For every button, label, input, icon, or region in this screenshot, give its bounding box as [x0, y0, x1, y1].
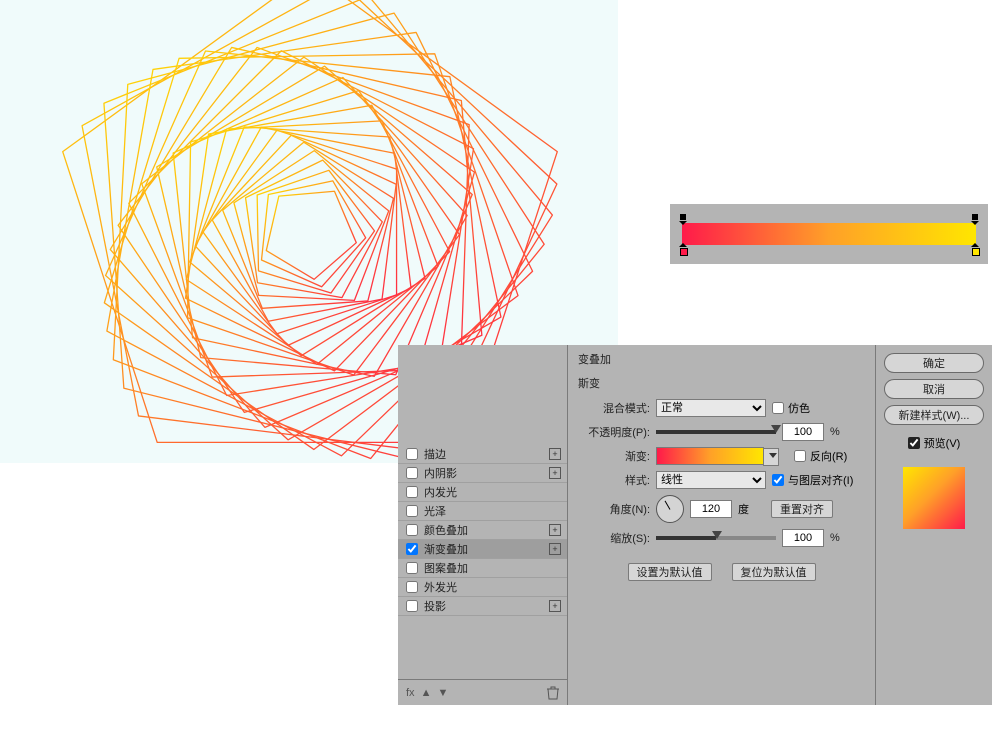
set-default-button[interactable]: 设置为默认值: [628, 563, 712, 581]
style-row: 样式: 线性 与图层对齐(I): [578, 471, 865, 489]
degree-label: 度: [738, 501, 749, 517]
style-label: 样式:: [578, 472, 650, 488]
fx-row-checkbox[interactable]: [406, 524, 418, 536]
color-stop-right[interactable]: [971, 246, 979, 254]
angle-label: 角度(N):: [578, 501, 650, 517]
fx-row-checkbox[interactable]: [406, 486, 418, 498]
fx-list-footer: fx ▲ ▼: [398, 679, 567, 705]
gradient-swatch[interactable]: [656, 447, 764, 465]
fx-row-label: 内阴影: [424, 465, 549, 481]
trash-icon[interactable]: [547, 686, 559, 700]
opacity-label: 不透明度(P):: [578, 424, 650, 440]
arrow-up-icon[interactable]: ▲: [421, 687, 432, 699]
scale-row: 缩放(S): 100 %: [578, 529, 865, 547]
scale-value[interactable]: 100: [782, 529, 824, 547]
fx-row-label: 描边: [424, 446, 549, 462]
dialog-right-column: 确定 取消 新建样式(W)... 预览(V): [876, 345, 992, 705]
opacity-stop-left[interactable]: [679, 214, 687, 222]
arrow-down-icon[interactable]: ▼: [437, 687, 448, 699]
fx-row[interactable]: 渐变叠加+: [398, 540, 567, 559]
gradient-label: 渐变:: [578, 448, 650, 464]
fx-row[interactable]: 内阴影+: [398, 464, 567, 483]
reverse-checkbox[interactable]: 反向(R): [794, 448, 847, 464]
dither-label: 仿色: [788, 400, 810, 416]
reset-default-button[interactable]: 复位为默认值: [732, 563, 816, 581]
fx-row[interactable]: 投影+: [398, 597, 567, 616]
opacity-value[interactable]: 100: [782, 423, 824, 441]
fx-row-label: 图案叠加: [424, 560, 561, 576]
fx-list: 描边+内阴影+内发光光泽颜色叠加+渐变叠加+图案叠加外发光投影+: [398, 345, 567, 679]
plus-icon[interactable]: +: [549, 524, 561, 536]
dither-checkbox[interactable]: 仿色: [772, 400, 810, 416]
preview-checkbox[interactable]: 预览(V): [908, 435, 961, 451]
fx-row-label: 渐变叠加: [424, 541, 549, 557]
fx-row-checkbox[interactable]: [406, 600, 418, 612]
fx-row-checkbox[interactable]: [406, 505, 418, 517]
chevron-down-icon[interactable]: [769, 453, 777, 458]
blend-mode-label: 混合模式:: [578, 400, 650, 416]
fx-row-checkbox[interactable]: [406, 448, 418, 460]
align-checkbox[interactable]: 与图层对齐(I): [772, 472, 853, 488]
fx-row-label: 外发光: [424, 579, 561, 595]
color-stop-left[interactable]: [679, 246, 687, 254]
fx-row-checkbox[interactable]: [406, 543, 418, 555]
opacity-row: 不透明度(P): 100 %: [578, 423, 865, 441]
blend-mode-select[interactable]: 正常: [656, 399, 766, 417]
layer-style-dialog: 描边+内阴影+内发光光泽颜色叠加+渐变叠加+图案叠加外发光投影+ fx ▲ ▼ …: [398, 345, 992, 705]
fx-row[interactable]: 光泽: [398, 502, 567, 521]
ok-button[interactable]: 确定: [884, 353, 984, 373]
plus-icon[interactable]: +: [549, 467, 561, 479]
align-label: 与图层对齐(I): [788, 472, 853, 488]
fx-icon[interactable]: fx: [406, 687, 415, 699]
fx-row[interactable]: 描边+: [398, 445, 567, 464]
cancel-button[interactable]: 取消: [884, 379, 984, 399]
percent-label: %: [830, 426, 840, 438]
fx-row[interactable]: 外发光: [398, 578, 567, 597]
fx-row[interactable]: 颜色叠加+: [398, 521, 567, 540]
fx-row-label: 投影: [424, 598, 549, 614]
plus-icon[interactable]: +: [549, 600, 561, 612]
fx-list-column: 描边+内阴影+内发光光泽颜色叠加+渐变叠加+图案叠加外发光投影+ fx ▲ ▼: [398, 345, 568, 705]
scale-slider[interactable]: [656, 536, 776, 540]
percent-label-2: %: [830, 532, 840, 544]
gradient-ramp[interactable]: [682, 223, 976, 245]
fx-row-checkbox[interactable]: [406, 562, 418, 574]
fx-row-checkbox[interactable]: [406, 581, 418, 593]
fx-row-label: 颜色叠加: [424, 522, 549, 538]
defaults-row: 设置为默认值 复位为默认值: [578, 553, 865, 581]
fx-row-checkbox[interactable]: [406, 467, 418, 479]
panel-title: 变叠加: [578, 351, 865, 369]
preview-label: 预览(V): [924, 435, 961, 451]
fx-row-label: 光泽: [424, 503, 561, 519]
fx-row[interactable]: 内发光: [398, 483, 567, 502]
scale-label: 缩放(S):: [578, 530, 650, 546]
angle-dial[interactable]: [656, 495, 684, 523]
opacity-slider[interactable]: [656, 430, 776, 434]
gradient-overlay-settings: 变叠加 斯变 混合模式: 正常 仿色 不透明度(P): 100 % 渐变: 反向: [568, 345, 876, 705]
fx-row-label: 内发光: [424, 484, 561, 500]
gradient-row: 渐变: 反向(R): [578, 447, 865, 465]
reset-align-button[interactable]: 重置对齐: [771, 500, 833, 518]
blend-mode-row: 混合模式: 正常 仿色: [578, 399, 865, 417]
plus-icon[interactable]: +: [549, 448, 561, 460]
opacity-stop-right[interactable]: [971, 214, 979, 222]
angle-row: 角度(N): 120 度 重置对齐: [578, 495, 865, 523]
new-style-button[interactable]: 新建样式(W)...: [884, 405, 984, 425]
plus-icon[interactable]: +: [549, 543, 561, 555]
gradient-ramp-editor[interactable]: [670, 204, 988, 264]
style-select[interactable]: 线性: [656, 471, 766, 489]
reverse-label: 反向(R): [810, 448, 847, 464]
angle-value[interactable]: 120: [690, 500, 732, 518]
preview-swatch: [903, 467, 965, 529]
fx-row[interactable]: 图案叠加: [398, 559, 567, 578]
section-title: 斯变: [578, 375, 865, 393]
